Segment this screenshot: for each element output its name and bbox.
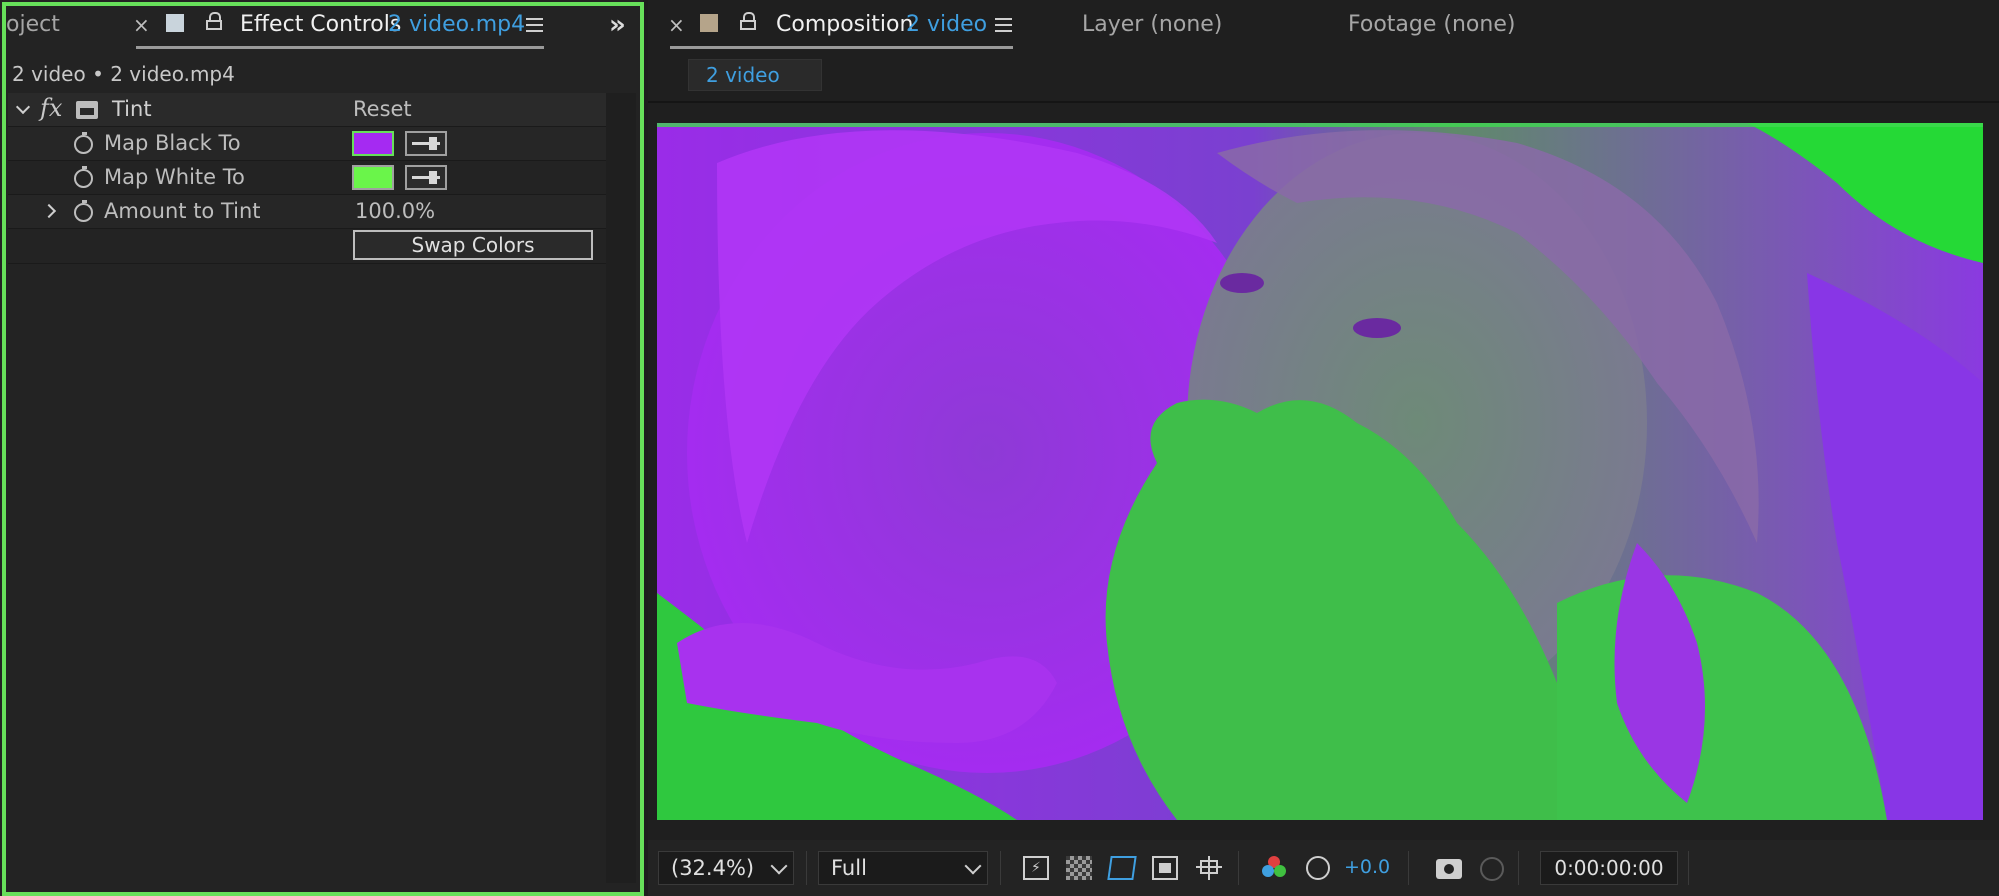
viewer-toolbar: (32.4%) Full ⚡ +0.0 0:00:00:00 <box>648 840 1999 896</box>
scrollbar-track[interactable] <box>606 93 636 883</box>
channel-icon[interactable] <box>1262 856 1288 880</box>
panel-menu-icon[interactable] <box>995 18 1012 32</box>
active-tab-underline <box>670 46 1013 49</box>
composition-tab-name[interactable]: 2 video <box>906 12 987 37</box>
separator <box>1000 851 1001 885</box>
eyedropper-icon[interactable] <box>405 131 447 156</box>
lock-icon[interactable] <box>740 12 756 30</box>
separator <box>1518 851 1519 885</box>
transparency-grid-icon[interactable] <box>1066 856 1092 880</box>
video-frame <box>657 123 1983 820</box>
close-tab-icon[interactable]: × <box>133 13 150 37</box>
snapshot-camera-icon[interactable] <box>1436 859 1462 879</box>
eyedropper-icon[interactable] <box>405 165 447 190</box>
effect-controls-tab-label[interactable]: Effect Controls <box>240 12 401 37</box>
reset-link[interactable]: Reset <box>353 97 412 121</box>
panel-color-icon <box>700 14 718 32</box>
separator <box>806 851 807 885</box>
stopwatch-icon[interactable] <box>74 132 93 154</box>
subtab-label: 2 video <box>706 63 780 87</box>
project-tab[interactable]: oject <box>6 12 60 37</box>
chevron-down-icon <box>770 857 788 875</box>
separator <box>1408 851 1409 885</box>
stopwatch-icon[interactable] <box>74 200 93 222</box>
layer-tab[interactable]: Layer (none) <box>1082 12 1222 37</box>
swap-colors-button[interactable]: Swap Colors <box>353 230 593 260</box>
effect-name: Tint <box>112 97 152 121</box>
divider <box>648 101 1999 103</box>
property-row-map-black: Map Black To <box>8 127 606 161</box>
resolution-dropdown[interactable]: Full <box>818 851 988 885</box>
panel-color-icon <box>166 14 184 32</box>
composition-viewer[interactable] <box>657 123 1983 820</box>
fx-icon[interactable]: fx <box>40 94 62 122</box>
amount-value[interactable]: 100.0% <box>355 199 435 223</box>
separator <box>1238 851 1239 885</box>
composition-subtab[interactable]: 2 video <box>688 59 822 91</box>
zoom-dropdown[interactable]: (32.4%) <box>658 851 794 885</box>
lock-icon[interactable] <box>206 12 222 30</box>
map-white-swatch[interactable] <box>352 165 394 190</box>
resolution-value: Full <box>831 856 867 880</box>
mask-visibility-icon[interactable] <box>1107 856 1137 880</box>
panel-overflow-icon[interactable]: » <box>609 10 626 40</box>
footage-tab[interactable]: Footage (none) <box>1348 12 1515 37</box>
region-of-interest-icon[interactable] <box>1152 856 1178 880</box>
swap-row: Swap Colors <box>8 229 606 264</box>
layer-subtitle: 2 video • 2 video.mp4 <box>12 62 235 86</box>
fast-preview-icon[interactable]: ⚡ <box>1023 856 1049 880</box>
property-label: Amount to Tint <box>104 199 261 223</box>
collapse-icon[interactable] <box>15 99 31 115</box>
map-black-swatch[interactable] <box>352 131 394 156</box>
property-label: Map White To <box>104 165 245 189</box>
show-snapshot-icon[interactable] <box>1480 857 1504 881</box>
effect-icon <box>76 101 98 119</box>
current-timecode[interactable]: 0:00:00:00 <box>1540 851 1678 885</box>
zoom-value: (32.4%) <box>671 856 755 880</box>
chevron-down-icon <box>964 857 982 875</box>
active-tab-underline <box>136 46 544 49</box>
stopwatch-icon[interactable] <box>74 166 93 188</box>
effect-controls-tab-file[interactable]: 2 video.mp4 <box>388 12 525 37</box>
effect-row-tint[interactable]: fx Tint Reset <box>8 93 606 127</box>
exposure-value[interactable]: +0.0 <box>1344 856 1390 878</box>
property-row-amount: Amount to Tint 100.0% <box>8 195 606 229</box>
separator <box>1688 851 1689 885</box>
panel-menu-icon[interactable] <box>526 18 543 32</box>
property-row-map-white: Map White To <box>8 161 606 195</box>
exposure-reset-icon[interactable] <box>1306 856 1330 880</box>
expand-icon[interactable] <box>41 203 57 219</box>
composition-tab-label[interactable]: Composition <box>776 12 913 37</box>
close-tab-icon[interactable]: × <box>668 13 685 37</box>
grid-guides-icon[interactable] <box>1196 856 1222 880</box>
property-label: Map Black To <box>104 131 241 155</box>
effect-controls-panel: oject × Effect Controls 2 video.mp4 » 2 … <box>0 0 643 896</box>
